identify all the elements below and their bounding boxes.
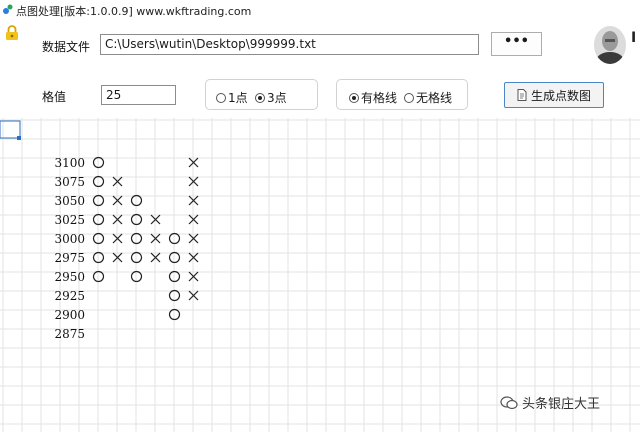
radio-1-point[interactable]: 1点 xyxy=(216,89,248,106)
radio-with-grid-label: 有格线 xyxy=(361,91,398,105)
reversal-option-group: 1点 3点 xyxy=(205,79,318,110)
price-label: 3050 xyxy=(54,194,85,208)
browse-button[interactable]: ••• xyxy=(491,32,542,56)
radio-3-point-circle[interactable] xyxy=(255,92,265,103)
price-label: 3000 xyxy=(54,232,85,246)
header-cut-letter: I xyxy=(631,30,637,46)
price-label: 3100 xyxy=(54,156,85,170)
price-label: 2975 xyxy=(54,251,85,265)
radio-no-grid-label: 无格线 xyxy=(416,91,453,105)
radio-no-grid[interactable]: 无格线 xyxy=(404,89,452,106)
grid-value-input[interactable]: 25 xyxy=(101,85,176,105)
watermark: 头条银庄大王 xyxy=(500,393,600,412)
pf-chart-canvas: 3100 3075 3050 3025 3000 2975 2950 2925 2900 2875 xyxy=(0,118,640,432)
document-icon xyxy=(517,89,527,101)
lock-icon xyxy=(6,25,18,40)
selection-handle[interactable] xyxy=(17,136,21,140)
wechat-icon xyxy=(500,395,518,409)
data-file-label: 数据文件 xyxy=(42,40,91,54)
radio-with-grid[interactable]: 有格线 xyxy=(349,89,397,106)
avatar xyxy=(594,26,626,64)
title-bar: 点图处理[版本:1.0.0.9] www.wkftrading.com xyxy=(0,0,640,20)
price-label: 2900 xyxy=(54,308,85,322)
price-label: 3075 xyxy=(54,175,85,189)
price-label: 2950 xyxy=(54,270,85,284)
generate-chart-button[interactable]: 生成点数图 xyxy=(504,82,604,108)
generate-chart-label: 生成点数图 xyxy=(530,88,591,103)
data-file-path-field[interactable]: C:\Users\wutin\Desktop\999999.txt xyxy=(100,34,479,55)
app-logo-icon xyxy=(3,4,13,14)
window-title: 点图处理[版本:1.0.0.9] www.wkftrading.com xyxy=(16,5,252,18)
price-label: 2925 xyxy=(54,289,85,303)
grid-value-label: 格值 xyxy=(42,90,67,104)
price-label: 2875 xyxy=(54,327,85,341)
watermark-text: 头条银庄大王 xyxy=(522,397,601,412)
radio-3-point-label: 3点 xyxy=(267,91,287,105)
grid-line-option-group: 有格线 无格线 xyxy=(336,79,468,110)
pf-chart-area: 3100 3075 3050 3025 3000 2975 2950 2925 2900 2875 xyxy=(0,118,640,432)
radio-no-grid-circle[interactable] xyxy=(404,92,414,103)
radio-1-point-label: 1点 xyxy=(228,91,248,105)
radio-1-point-circle[interactable] xyxy=(216,92,226,103)
radio-3-point[interactable]: 3点 xyxy=(255,89,287,106)
price-label: 3025 xyxy=(54,213,85,227)
radio-with-grid-circle[interactable] xyxy=(349,92,359,103)
